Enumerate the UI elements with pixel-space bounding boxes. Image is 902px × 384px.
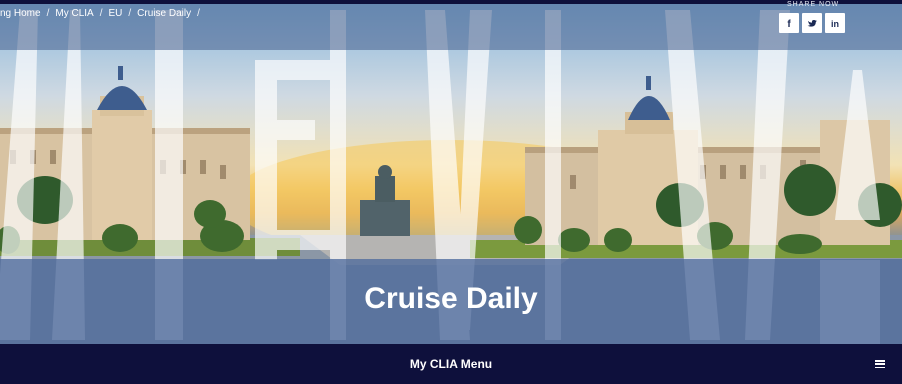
linkedin-icon: in xyxy=(831,19,839,28)
my-clia-menu-toggle[interactable]: My CLIA Menu xyxy=(0,357,902,371)
breadcrumb-separator: / xyxy=(197,8,200,19)
facebook-icon: f xyxy=(787,19,791,28)
menu-bar: My CLIA Menu xyxy=(0,344,902,384)
hero-banner: ng Home / My CLIA / EU / Cruise Daily / … xyxy=(0,0,902,344)
social-share-buttons: f in xyxy=(779,13,845,33)
twitter-share-button[interactable] xyxy=(802,13,822,33)
svg-text:f: f xyxy=(787,19,791,28)
svg-text:in: in xyxy=(831,19,839,28)
breadcrumb-separator: / xyxy=(46,8,50,19)
breadcrumb-cruise-daily-link[interactable]: Cruise Daily xyxy=(137,8,191,19)
breadcrumb-separator: / xyxy=(128,8,132,19)
breadcrumb-separator: / xyxy=(99,8,103,19)
breadcrumb-home-link[interactable]: ng Home xyxy=(0,8,41,19)
page-title: Cruise Daily xyxy=(364,282,538,315)
breadcrumb: ng Home / My CLIA / EU / Cruise Daily / xyxy=(0,8,200,19)
twitter-icon xyxy=(807,20,817,27)
breadcrumb-eu-link[interactable]: EU xyxy=(108,8,122,19)
top-strip xyxy=(0,0,902,4)
facebook-share-button[interactable]: f xyxy=(779,13,799,33)
breadcrumb-my-clia-link[interactable]: My CLIA xyxy=(55,8,93,19)
hamburger-icon[interactable] xyxy=(875,360,885,368)
share-label: SHARE NOW xyxy=(787,1,840,8)
linkedin-share-button[interactable]: in xyxy=(825,13,845,33)
